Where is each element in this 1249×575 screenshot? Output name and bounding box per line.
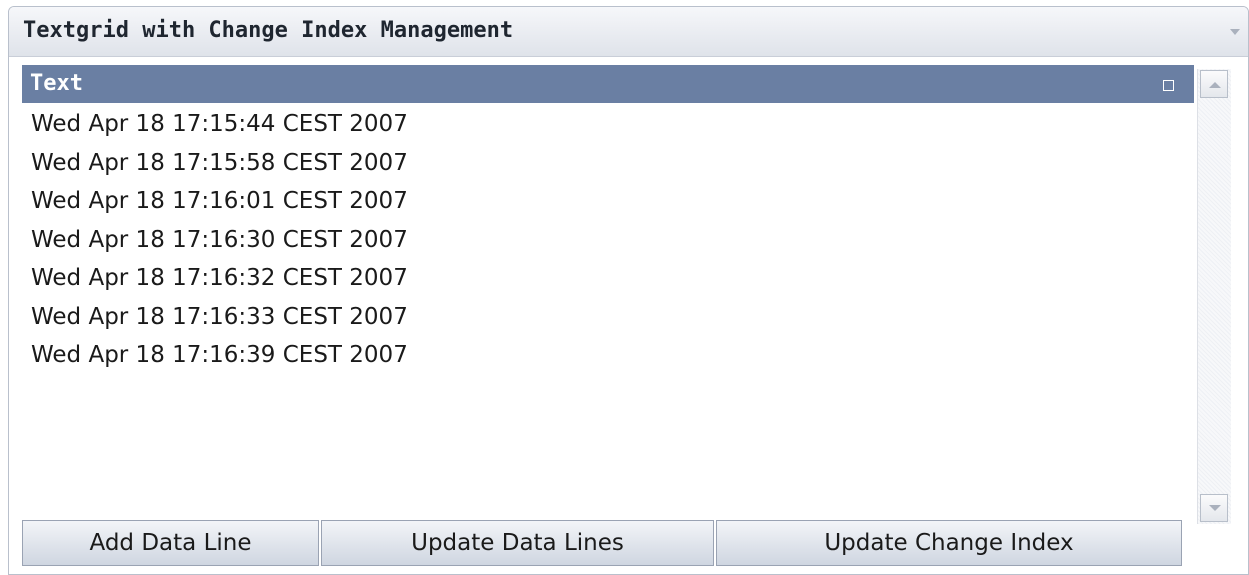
- grid-row[interactable]: Wed Apr 18 17:15:44 CEST 2007: [22, 105, 1194, 144]
- column-resize-icon[interactable]: [1163, 80, 1174, 91]
- grid-column-header[interactable]: Text: [22, 65, 1194, 103]
- grid-row[interactable]: Wed Apr 18 17:16:39 CEST 2007: [22, 336, 1194, 375]
- textgrid-panel: Textgrid with Change Index Management Te…: [8, 6, 1249, 575]
- text-grid: Text Wed Apr 18 17:15:44 CEST 2007 Wed A…: [22, 65, 1194, 511]
- arrow-up-icon: [1209, 82, 1221, 88]
- grid-rows: Wed Apr 18 17:15:44 CEST 2007 Wed Apr 18…: [22, 105, 1194, 375]
- update-change-index-button[interactable]: Update Change Index: [716, 520, 1182, 566]
- scroll-down-button[interactable]: [1200, 494, 1228, 522]
- column-header-text: Text: [30, 71, 83, 96]
- panel-title: Textgrid with Change Index Management: [23, 18, 514, 43]
- update-data-lines-button[interactable]: Update Data Lines: [321, 520, 714, 566]
- vertical-scrollbar[interactable]: [1197, 69, 1231, 524]
- grid-row[interactable]: Wed Apr 18 17:16:32 CEST 2007: [22, 259, 1194, 298]
- grid-row[interactable]: Wed Apr 18 17:15:58 CEST 2007: [22, 144, 1194, 183]
- grid-row[interactable]: Wed Apr 18 17:16:01 CEST 2007: [22, 182, 1194, 221]
- button-bar: Add Data Line Update Data Lines Update C…: [22, 520, 1196, 568]
- grid-row[interactable]: Wed Apr 18 17:16:33 CEST 2007: [22, 298, 1194, 337]
- collapse-triangle-icon[interactable]: [1228, 25, 1242, 39]
- scroll-up-button[interactable]: [1200, 70, 1228, 98]
- arrow-down-icon: [1209, 505, 1221, 511]
- panel-header: Textgrid with Change Index Management: [9, 7, 1248, 57]
- grid-row[interactable]: Wed Apr 18 17:16:30 CEST 2007: [22, 221, 1194, 260]
- add-data-line-button[interactable]: Add Data Line: [22, 520, 319, 566]
